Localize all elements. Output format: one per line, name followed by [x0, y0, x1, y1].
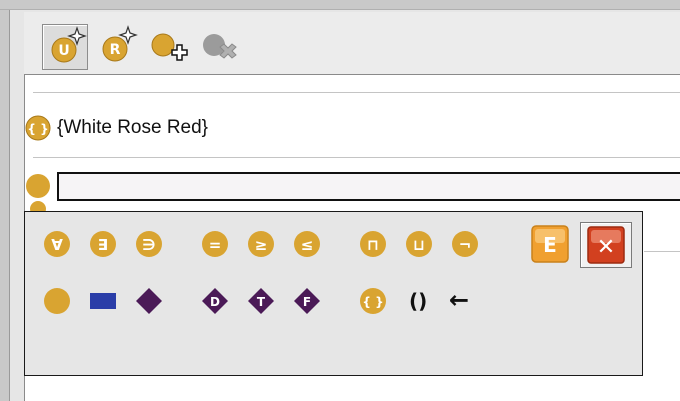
max-cardinality-symbol-button[interactable]: ≤	[291, 228, 323, 260]
svg-text:R: R	[110, 42, 121, 58]
negation-symbol-button[interactable]: ¬	[449, 228, 481, 260]
role-star-icon: R	[102, 25, 138, 62]
svg-text:D: D	[210, 295, 220, 309]
expression-editor-input[interactable]	[57, 172, 680, 201]
union-symbol-button[interactable]: ⊔	[403, 228, 435, 260]
exists-symbol-button[interactable]: ∃	[87, 228, 119, 260]
false-symbol-button[interactable]: F	[291, 285, 323, 317]
parentheses-symbol-button[interactable]: ()	[409, 289, 427, 313]
class-circle-icon	[26, 174, 50, 213]
svg-text:⊓: ⊓	[367, 236, 379, 254]
svg-text:¬: ¬	[459, 236, 472, 254]
concept-row[interactable]: { } {White Rose Red}	[25, 113, 208, 143]
new-role-concept-button[interactable]: R	[96, 24, 142, 70]
toolbar: U R	[24, 12, 680, 74]
enumeration-symbol-button[interactable]: { }	[357, 285, 389, 317]
svg-text:{ }: { }	[362, 295, 383, 309]
close-palette-button[interactable]: ✕	[580, 222, 632, 268]
svg-text:F: F	[303, 295, 311, 309]
separator-line	[644, 251, 680, 252]
svg-text:≤: ≤	[301, 236, 314, 254]
union-star-icon: U	[51, 26, 87, 63]
forall-symbol-button[interactable]: ∀	[41, 228, 73, 260]
add-concept-button[interactable]	[148, 24, 194, 70]
svg-text:=: =	[209, 236, 222, 254]
delete-circle-icon	[203, 34, 237, 59]
window-left-edge	[0, 10, 10, 401]
svg-text:∃: ∃	[98, 236, 108, 254]
svg-text:T: T	[257, 295, 266, 309]
delete-concept-button[interactable]	[198, 24, 244, 70]
expression-e-button[interactable]: E	[531, 225, 569, 263]
min-cardinality-symbol-button[interactable]: ≥	[245, 228, 277, 260]
object-property-symbol-button[interactable]	[87, 285, 119, 317]
data-property-symbol-button[interactable]	[133, 285, 165, 317]
enumeration-icon: { }	[25, 115, 51, 141]
has-value-symbol-button[interactable]: ∋	[133, 228, 165, 260]
symbol-palette: ∀ ∃ ∋ = ≥ ≤ ⊓ ⊔ ¬ E ✕ D T F {} () ←	[24, 211, 643, 376]
svg-text:∀: ∀	[51, 236, 63, 254]
add-circle-icon	[151, 33, 188, 61]
close-icon: ✕	[587, 226, 625, 264]
new-union-concept-button[interactable]: U	[42, 24, 88, 70]
true-symbol-button[interactable]: T	[245, 285, 277, 317]
datatype-symbol-button[interactable]: D	[199, 285, 231, 317]
svg-text:{ }: { }	[27, 122, 48, 136]
svg-text:✕: ✕	[597, 235, 615, 260]
class-symbol-button[interactable]	[41, 285, 73, 317]
svg-text:∋: ∋	[142, 236, 155, 254]
svg-text:U: U	[58, 43, 69, 59]
window-top-edge	[0, 0, 680, 10]
svg-text:⊔: ⊔	[413, 236, 425, 254]
separator-line	[33, 157, 680, 158]
concept-label: {White Rose Red}	[57, 117, 209, 138]
separator-line	[33, 92, 680, 93]
svg-text:≥: ≥	[255, 236, 268, 254]
arrow-left-symbol-button[interactable]: ←	[449, 286, 469, 314]
exactly-symbol-button[interactable]: =	[199, 228, 231, 260]
svg-text:E: E	[543, 233, 557, 257]
intersection-symbol-button[interactable]: ⊓	[357, 228, 389, 260]
